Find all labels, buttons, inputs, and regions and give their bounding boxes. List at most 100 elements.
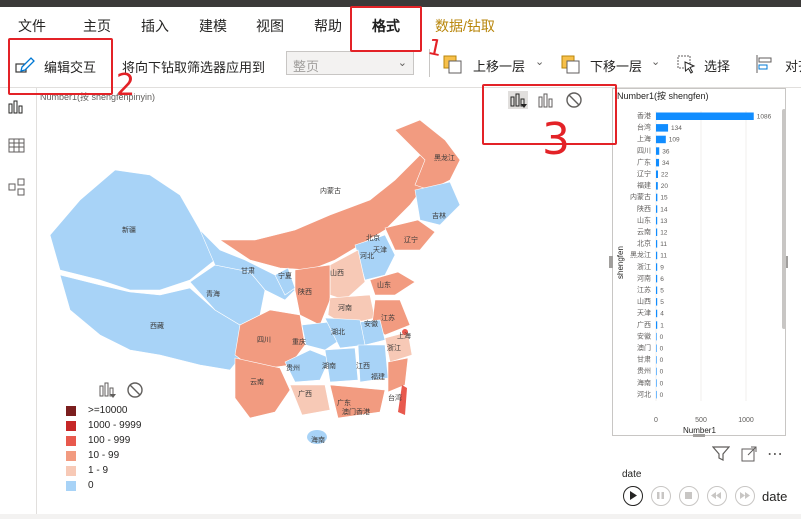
map-label-guangdong: 广东 [337, 398, 351, 407]
stop-button[interactable] [679, 486, 699, 506]
bar-chart-category-label: 辽宁 [637, 169, 651, 178]
bar-chart-category-label: 台湾 [637, 123, 651, 132]
stop-icon [685, 492, 692, 499]
filter-icon[interactable] [712, 445, 730, 461]
send-backward-button[interactable]: 下移一层 ⌄ [559, 51, 665, 77]
legend-swatch-4 [66, 466, 76, 476]
bar-chart-data-label: 1086 [757, 114, 772, 121]
bar-chart-bar [656, 124, 669, 132]
model-view-icon[interactable] [8, 178, 26, 196]
bar-chart-data-label: 9 [660, 264, 664, 271]
pause-button[interactable] [651, 486, 671, 506]
tab-view[interactable]: 视图 [256, 16, 284, 36]
align-button[interactable]: 对齐 [754, 51, 801, 77]
map-label-hunan: 湖南 [322, 361, 336, 370]
drill-filter-value: 整页 [293, 59, 320, 74]
map-label-neimenggu: 内蒙古 [320, 186, 341, 195]
focus-mode-icon[interactable] [740, 445, 758, 463]
map-label-shanghai: 上海 [397, 331, 411, 340]
report-view-icon[interactable] [8, 98, 26, 114]
bar-chart-data-label: 11 [660, 253, 667, 260]
bar-chart-bar [656, 286, 658, 294]
previous-button[interactable] [707, 486, 727, 506]
map-label-hebei: 河北 [360, 252, 374, 260]
next-button[interactable] [735, 486, 755, 506]
bar-chart-category-label: 内蒙古 [630, 192, 651, 201]
legend-label-2: 100 - 999 [88, 435, 131, 446]
resize-handle[interactable] [609, 256, 613, 268]
province-guangxi [289, 384, 331, 416]
tab-modeling[interactable]: 建模 [199, 16, 227, 36]
none-interaction-icon[interactable] [126, 381, 144, 399]
bar-chart-data-label: 0 [660, 369, 664, 376]
bar-chart-svg: Number1(按 shengfen)shengfen0 500 1000Numbe… [616, 90, 772, 435]
map-label-sichuan: 四川 [257, 336, 271, 344]
bar-chart-category-label: 北京 [637, 239, 651, 248]
scrollbar-thumb[interactable] [782, 109, 786, 329]
bar-chart-category-label: 福建 [637, 181, 651, 190]
bar-chart-category-label: 云南 [637, 227, 651, 236]
map-label-macau: 澳门 [342, 407, 356, 416]
bar-chart-bar [656, 367, 657, 376]
resize-handle[interactable] [693, 434, 705, 437]
bring-forward-label: 上移一层 [473, 59, 526, 74]
map-label-jiangsu: 江苏 [381, 313, 395, 322]
tab-insert[interactable]: 插入 [141, 16, 169, 36]
bar-chart-x-tick-label: 0 [654, 417, 658, 424]
drill-mode-icon[interactable] [99, 381, 117, 399]
bar-chart-bar [656, 379, 657, 387]
more-options-icon[interactable]: ⋯ [767, 444, 784, 464]
map-label-gansu: 甘肃 [241, 266, 255, 275]
tab-home[interactable]: 主页 [83, 16, 111, 36]
map-label-zhejiang: 浙江 [387, 343, 401, 352]
bar-chart-data-label: 4 [660, 311, 664, 318]
drill-filter-dropdown[interactable]: 整页 ⌄ [286, 51, 414, 75]
legend-swatch-1 [66, 421, 76, 431]
send-backward-icon [561, 55, 580, 74]
bar-chart-category-label: 天津 [637, 309, 651, 317]
bar-chart-data-label: 14 [660, 206, 668, 213]
annotation-number-3: 3 [542, 114, 570, 165]
bar-chart-category-label: 广西 [637, 320, 651, 329]
map-label-jilin: 吉林 [432, 211, 446, 220]
bar-chart-title: Number1(按 shengfen) [617, 90, 709, 101]
bar-chart-data-label: 0 [660, 334, 664, 341]
chevron-down-icon: ⌄ [535, 56, 545, 68]
map-label-taiwan: 台湾 [388, 393, 402, 402]
bar-chart-x-tick-label: 1000 [738, 417, 754, 424]
tab-data-drill[interactable]: 数据/钻取 [435, 16, 495, 36]
play-axis-label: date [762, 489, 788, 504]
bring-forward-button[interactable]: 上移一层 ⌄ [441, 51, 547, 77]
select-label: 选择 [704, 59, 731, 74]
bar-chart-data-label: 1 [660, 322, 664, 329]
bar-chart-bar [656, 205, 658, 213]
map-label-chongqing: 重庆 [292, 337, 306, 346]
bar-chart-visual[interactable]: Number1(按 shengfen) shengfen 0 500 1000 Numbe… [612, 88, 786, 436]
tab-file[interactable]: 文件 [18, 16, 46, 36]
legend-swatch-2 [66, 436, 76, 446]
bar-chart-category-label: 河南 [637, 273, 651, 282]
annotation-number-2: 2 [116, 68, 136, 103]
map-label-yunnan: 云南 [250, 377, 264, 386]
province-yunnan [234, 357, 291, 419]
play-axis-field-label: date [622, 469, 642, 480]
map-label-xinjiang: 新疆 [122, 225, 136, 234]
map-label-hubei: 湖北 [331, 327, 345, 336]
selection-icon [677, 55, 696, 74]
map-label-guangxi: 广西 [298, 389, 312, 398]
bar-chart-data-label: 11 [660, 241, 667, 248]
data-view-icon[interactable] [8, 138, 26, 154]
selection-pane-button[interactable]: 选择 [675, 51, 739, 77]
view-switcher-rail [0, 88, 37, 519]
bar-chart-y-axis-title: shengfen [616, 246, 625, 279]
bar-chart-bar [656, 298, 658, 306]
chevron-down-icon: ⌄ [651, 56, 661, 68]
tab-help[interactable]: 帮助 [314, 16, 342, 36]
province-neimenggu [219, 154, 436, 271]
bar-chart-bar [656, 356, 657, 364]
bar-chart-data-label: 22 [661, 172, 669, 179]
legend-swatch-5 [66, 481, 76, 491]
map-label-heilongjiang: 黑龙江 [434, 153, 455, 162]
pause-icon [657, 492, 664, 499]
play-button[interactable] [623, 486, 643, 506]
